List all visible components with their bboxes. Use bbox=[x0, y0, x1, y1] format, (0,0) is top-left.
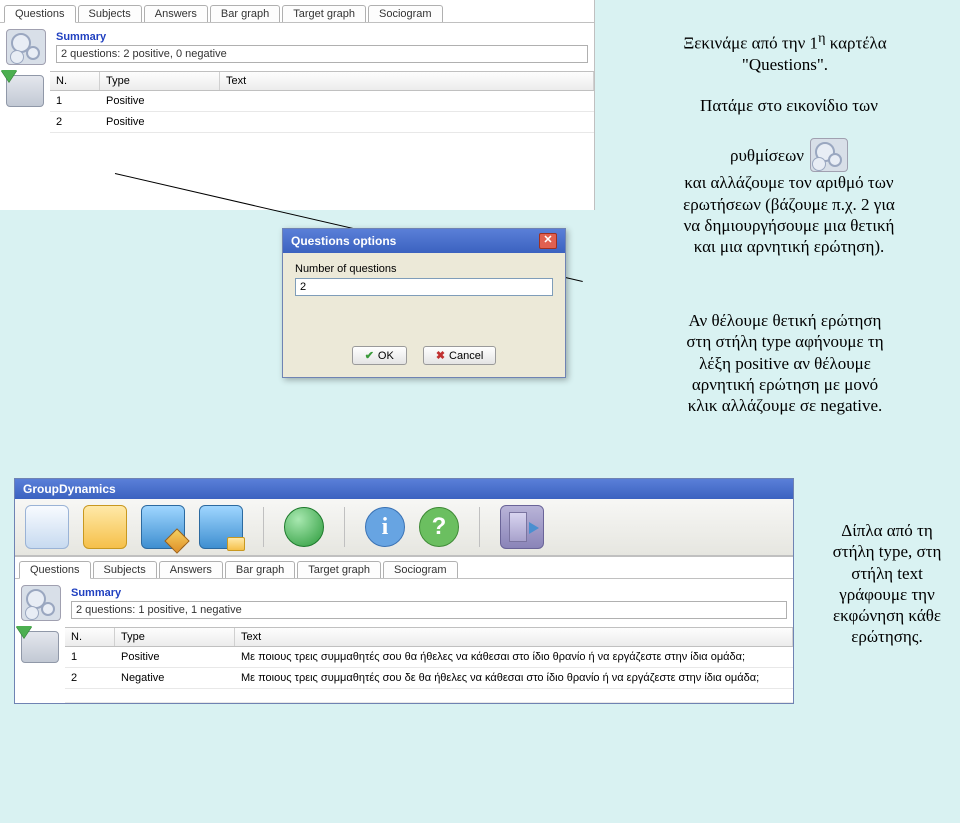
col-n[interactable]: N. bbox=[65, 628, 115, 646]
x-icon: ✖ bbox=[436, 349, 445, 362]
cell-type[interactable]: Positive bbox=[115, 647, 235, 667]
cell-text[interactable]: Με ποιους τρεις συμμαθητές σου θα ήθελες… bbox=[235, 647, 793, 667]
exit-button[interactable] bbox=[500, 505, 544, 549]
tab-subjects[interactable]: Subjects bbox=[93, 561, 157, 578]
tab-answers[interactable]: Answers bbox=[144, 5, 208, 22]
grid-header: N. Type Text bbox=[65, 627, 793, 647]
save-button[interactable] bbox=[141, 505, 185, 549]
toolbar-separator bbox=[263, 507, 264, 547]
cancel-button[interactable]: ✖ Cancel bbox=[423, 346, 496, 365]
annotation-2: Πατάμε στο εικονίδιο των ρυθμίσεων και α… bbox=[629, 95, 949, 257]
dialog-title-text: Questions options bbox=[291, 234, 396, 248]
summary-text-field[interactable] bbox=[71, 601, 787, 619]
grid-row[interactable]: 2 Negative Με ποιους τρεις συμμαθητές σο… bbox=[65, 668, 793, 689]
tab-questions[interactable]: Questions bbox=[19, 561, 91, 579]
cell-text[interactable] bbox=[220, 91, 594, 111]
col-n[interactable]: N. bbox=[50, 72, 100, 90]
summary-row: Summary bbox=[0, 22, 594, 71]
cell-type[interactable]: Positive bbox=[100, 112, 220, 132]
summary-row-bottom: Summary bbox=[15, 578, 793, 627]
cell-n[interactable]: 2 bbox=[65, 668, 115, 688]
cell-type[interactable]: Negative bbox=[115, 668, 235, 688]
tabs-top: Questions Subjects Answers Bar graph Tar… bbox=[0, 0, 594, 22]
import-disk-icon[interactable] bbox=[21, 631, 59, 663]
settings-gauge-icon[interactable] bbox=[6, 29, 46, 65]
summary-title: Summary bbox=[71, 587, 787, 599]
info-button[interactable]: i bbox=[365, 507, 405, 547]
grid-row[interactable]: 2 Positive bbox=[50, 112, 594, 133]
grid-row-empty bbox=[65, 689, 793, 703]
annotation-3: Αν θέλουμε θετική ερώτηση στη στήλη type… bbox=[620, 310, 950, 416]
dialog-titlebar[interactable]: Questions options ✕ bbox=[283, 229, 565, 253]
cancel-label: Cancel bbox=[449, 350, 483, 362]
cell-n[interactable]: 1 bbox=[50, 91, 100, 111]
new-file-button[interactable] bbox=[25, 505, 69, 549]
num-questions-input[interactable] bbox=[295, 278, 553, 296]
grid-row[interactable]: 1 Positive Με ποιους τρεις συμμαθητές σο… bbox=[65, 647, 793, 668]
questions-window-top: Questions Subjects Answers Bar graph Tar… bbox=[0, 0, 595, 210]
groupdynamics-window: GroupDynamics i ? Questions Subjects Ans… bbox=[14, 478, 794, 704]
annotation-4: Δίπλα από τη στήλη type, στη στήλη text … bbox=[812, 520, 960, 648]
questions-options-dialog: Questions options ✕ Number of questions … bbox=[282, 228, 566, 378]
cell-n[interactable]: 1 bbox=[65, 647, 115, 667]
col-text[interactable]: Text bbox=[220, 72, 594, 90]
tab-sociogram[interactable]: Sociogram bbox=[383, 561, 458, 578]
dialog-close-button[interactable]: ✕ bbox=[539, 233, 557, 249]
tab-answers[interactable]: Answers bbox=[159, 561, 223, 578]
summary-title: Summary bbox=[56, 31, 588, 43]
toolbar-separator bbox=[479, 507, 480, 547]
window-titlebar[interactable]: GroupDynamics bbox=[15, 479, 793, 499]
tab-bargraph[interactable]: Bar graph bbox=[225, 561, 295, 578]
help-button[interactable]: ? bbox=[419, 507, 459, 547]
settings-gauge-icon[interactable] bbox=[21, 585, 61, 621]
col-text[interactable]: Text bbox=[235, 628, 793, 646]
tab-subjects[interactable]: Subjects bbox=[78, 5, 142, 22]
check-icon: ✔ bbox=[365, 349, 374, 362]
col-type[interactable]: Type bbox=[100, 72, 220, 90]
toolbar-separator bbox=[344, 507, 345, 547]
num-questions-label: Number of questions bbox=[295, 263, 553, 275]
annotation-1: Ξεκινάμε από την 1η καρτέλα "Questions". bbox=[625, 30, 945, 75]
tab-sociogram[interactable]: Sociogram bbox=[368, 5, 443, 22]
open-file-button[interactable] bbox=[83, 505, 127, 549]
settings-gauge-icon bbox=[810, 138, 848, 172]
ok-label: OK bbox=[378, 350, 394, 362]
import-disk-icon[interactable] bbox=[6, 75, 44, 107]
cell-text[interactable] bbox=[220, 112, 594, 132]
cell-n[interactable]: 2 bbox=[50, 112, 100, 132]
main-toolbar: i ? bbox=[15, 499, 793, 556]
cell-type[interactable]: Positive bbox=[100, 91, 220, 111]
tab-questions[interactable]: Questions bbox=[4, 5, 76, 23]
tab-targetgraph[interactable]: Target graph bbox=[282, 5, 366, 22]
tab-bargraph[interactable]: Bar graph bbox=[210, 5, 280, 22]
web-button[interactable] bbox=[284, 507, 324, 547]
summary-text-field[interactable] bbox=[56, 45, 588, 63]
tab-targetgraph[interactable]: Target graph bbox=[297, 561, 381, 578]
save-as-button[interactable] bbox=[199, 505, 243, 549]
cell-text[interactable]: Με ποιους τρεις συμμαθητές σου δε θα ήθε… bbox=[235, 668, 793, 688]
ok-button[interactable]: ✔ OK bbox=[352, 346, 407, 365]
col-type[interactable]: Type bbox=[115, 628, 235, 646]
grid-header: N. Type Text bbox=[50, 71, 594, 91]
questions-table-top: N. Type Text 1 Positive 2 Positive bbox=[0, 71, 594, 133]
grid-row[interactable]: 1 Positive bbox=[50, 91, 594, 112]
tabs-bottom: Questions Subjects Answers Bar graph Tar… bbox=[15, 556, 793, 578]
questions-table-bottom: N. Type Text 1 Positive Με ποιους τρεις … bbox=[15, 627, 793, 703]
